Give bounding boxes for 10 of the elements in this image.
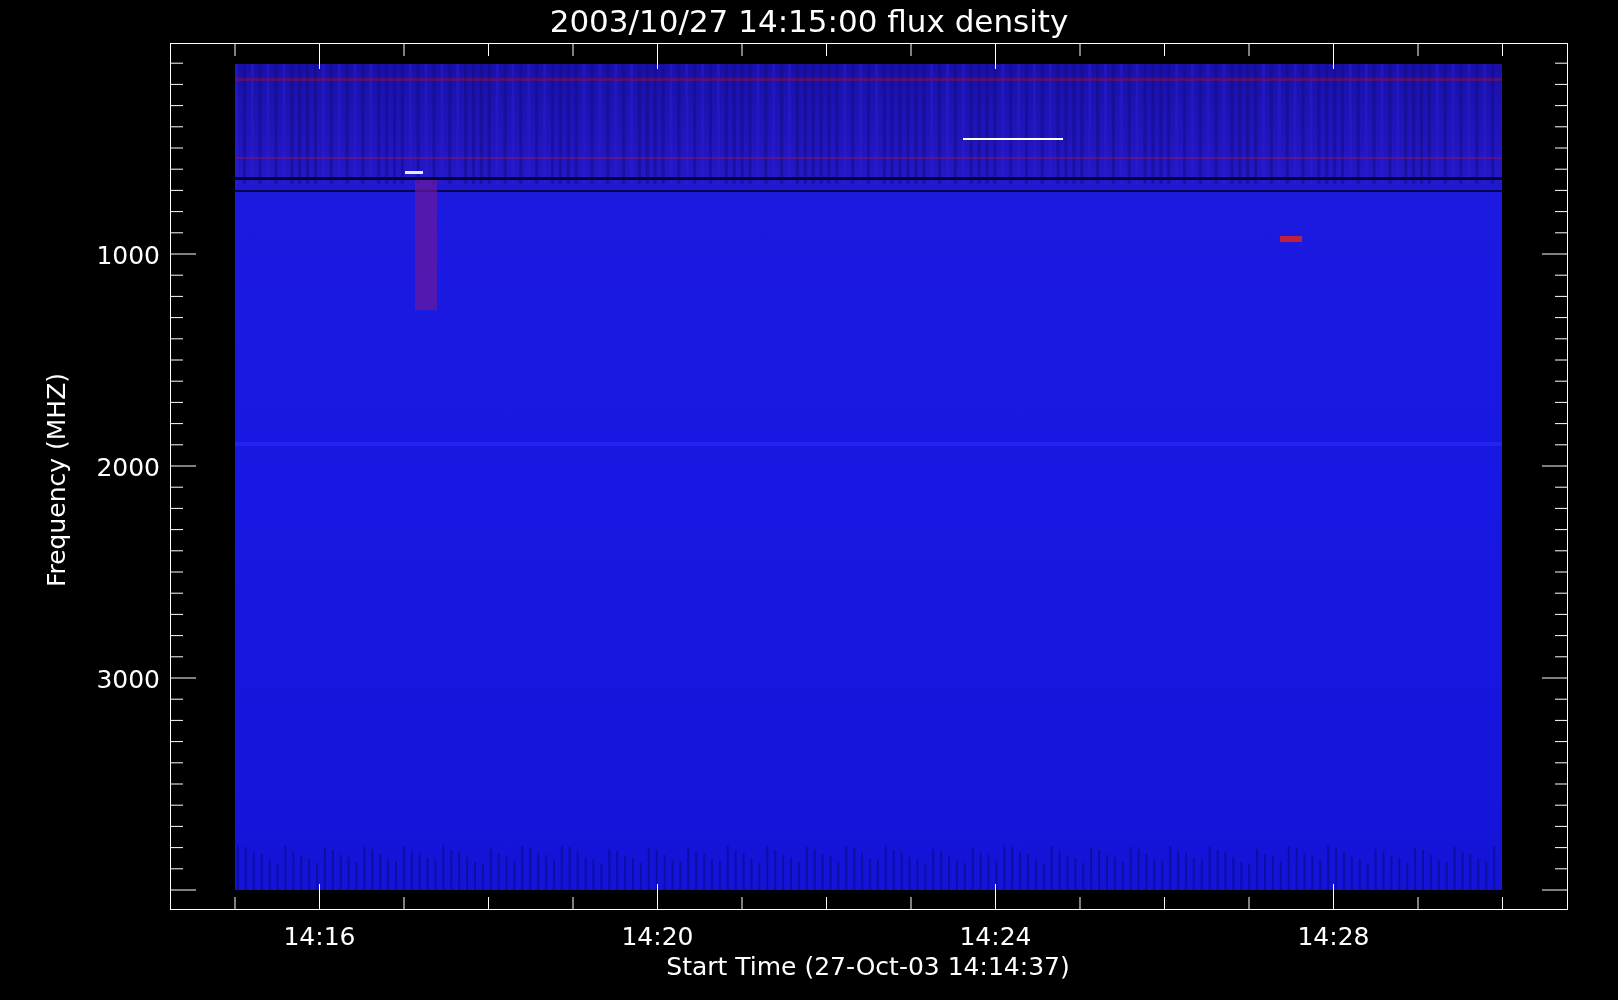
- y-tick-label: 3000: [96, 665, 160, 694]
- y-tick-label: 1000: [96, 241, 160, 270]
- x-tick-label: 14:20: [621, 922, 694, 951]
- x-tick-label: 14:16: [283, 922, 356, 951]
- x-axis-label: Start Time (27-Oct-03 14:14:37): [666, 952, 1070, 981]
- x-tick-label: 14:28: [1297, 922, 1370, 951]
- chart-title: 2003/10/27 14:15:00 flux density: [549, 3, 1069, 39]
- y-tick-label: 2000: [96, 453, 160, 482]
- y-axis-label: Frequency (MHZ): [42, 372, 71, 588]
- x-tick-label: 14:24: [959, 922, 1032, 951]
